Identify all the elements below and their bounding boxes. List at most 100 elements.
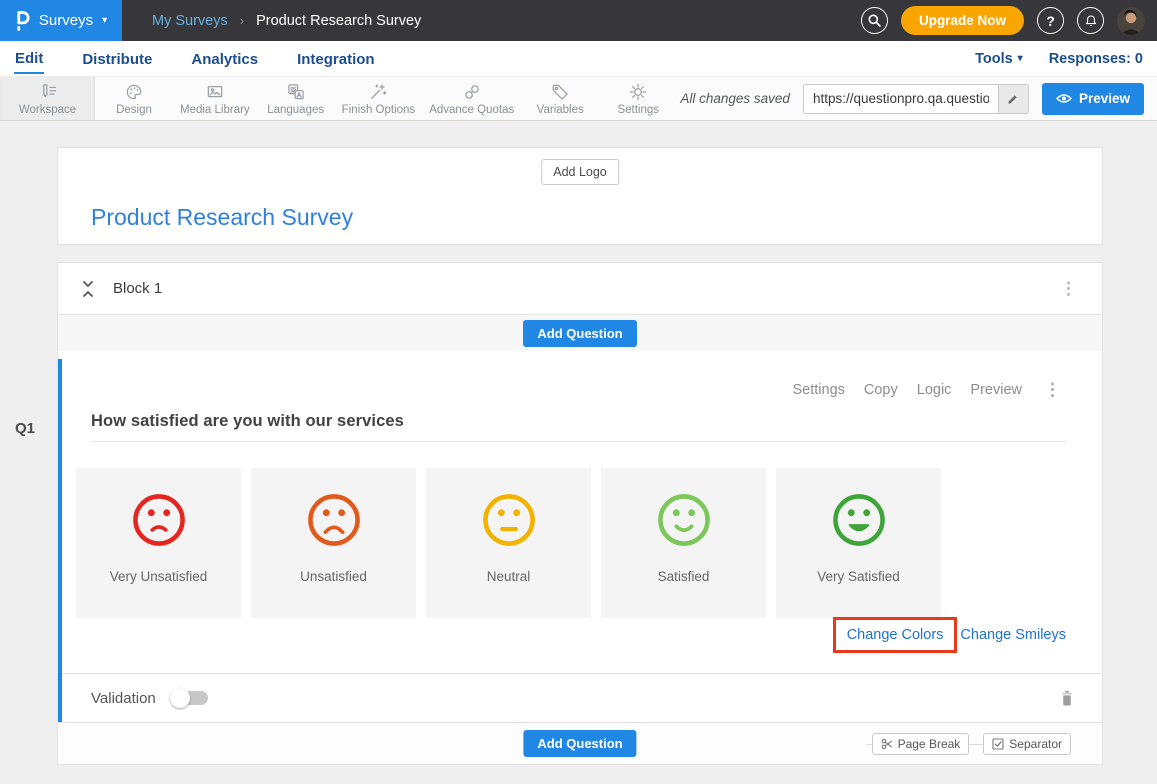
settings-gear-icon <box>628 82 648 102</box>
question-actions: Settings Copy Logic Preview ⋮ <box>792 379 1066 400</box>
toolbar-item-label: Workspace <box>19 104 76 116</box>
separator-button[interactable]: Separator <box>983 733 1071 755</box>
save-status: All changes saved <box>680 91 790 106</box>
brand-label: Surveys <box>39 12 93 29</box>
change-colors-link[interactable]: Change Colors <box>847 627 944 643</box>
toolbar-item-label: Languages <box>267 104 324 116</box>
add-question-button-top[interactable]: Add Question <box>523 320 636 347</box>
toolbar-item-media-library[interactable]: Media Library <box>173 77 257 120</box>
bell-icon <box>1083 13 1099 29</box>
block-title[interactable]: Block 1 <box>113 280 162 297</box>
rating-option[interactable]: Neutral <box>426 468 591 618</box>
question-settings-link[interactable]: Settings <box>792 382 844 398</box>
spacer <box>58 351 1102 359</box>
toolbar-item-label: Variables <box>537 104 584 116</box>
finish-options-wand-icon <box>368 82 388 102</box>
breadcrumb: My Surveys › Product Research Survey <box>152 13 421 29</box>
question-card: Settings Copy Logic Preview ⋮ How satisf… <box>58 359 1102 722</box>
nav-right: Tools ▾ Responses: 0 <box>975 51 1143 67</box>
search-button[interactable] <box>861 7 888 34</box>
rating-option[interactable]: Very Unsatisfied <box>76 468 241 618</box>
toolbar-right: All changes saved Preview <box>680 77 1157 120</box>
validation-toggle[interactable] <box>172 691 208 705</box>
pencil-icon <box>1006 92 1020 106</box>
tab-edit[interactable]: Edit <box>14 44 44 74</box>
topbar-actions: Upgrade Now ? <box>861 6 1157 35</box>
edit-url-button[interactable] <box>998 85 1028 113</box>
tab-distribute[interactable]: Distribute <box>81 45 153 73</box>
page-break-label: Page Break <box>898 737 961 751</box>
question-text[interactable]: How satisfied are you with our services <box>91 412 404 431</box>
rating-option[interactable]: Unsatisfied <box>251 468 416 618</box>
question-text-underline <box>91 441 1066 442</box>
preview-label: Preview <box>1079 91 1130 106</box>
add-logo-button[interactable]: Add Logo <box>541 159 619 185</box>
caret-down-icon: ▾ <box>102 15 107 26</box>
footer-right: Page Break Separator <box>872 733 1071 755</box>
rating-option-label: Satisfied <box>658 569 710 584</box>
survey-title[interactable]: Product Research Survey <box>91 204 353 231</box>
block-kebab-menu-icon[interactable]: ⋮ <box>1055 278 1082 299</box>
survey-header-card: Add Logo Product Research Survey <box>57 147 1103 245</box>
preview-button[interactable]: Preview <box>1042 83 1144 115</box>
tab-integration[interactable]: Integration <box>296 45 376 73</box>
delete-question-button[interactable] <box>1058 688 1076 708</box>
rating-option[interactable]: Very Satisfied <box>776 468 941 618</box>
tab-analytics[interactable]: Analytics <box>190 45 259 73</box>
workspace-icon <box>38 82 58 102</box>
question-number: Q1 <box>15 420 35 437</box>
media-library-icon <box>205 82 225 102</box>
scissors-icon <box>881 738 893 750</box>
avatar-photo <box>1117 7 1145 35</box>
block-footer: Add Question Page Break Separator <box>58 722 1102 764</box>
toolbar-item-settings[interactable]: Settings <box>599 77 677 120</box>
toolbar-item-languages[interactable]: Languages <box>257 77 335 120</box>
tools-menu[interactable]: Tools ▾ <box>975 51 1023 67</box>
help-button[interactable]: ? <box>1037 7 1064 34</box>
rating-option-label: Unsatisfied <box>300 569 367 584</box>
smiley-icon <box>480 491 538 549</box>
survey-url-input[interactable] <box>804 85 998 113</box>
avatar[interactable] <box>1117 7 1145 35</box>
validation-label: Validation <box>91 690 156 707</box>
toolbar-item-label: Settings <box>617 104 659 116</box>
search-icon <box>867 13 882 28</box>
page-break-button[interactable]: Page Break <box>872 733 970 755</box>
caret-down-icon: ▾ <box>1018 53 1023 64</box>
toolbar-item-variables[interactable]: Variables <box>521 77 599 120</box>
toolbar-item-finish-options[interactable]: Finish Options <box>335 77 423 120</box>
advance-quotas-links-icon <box>462 82 482 102</box>
collapse-icon[interactable] <box>80 279 96 299</box>
trash-icon <box>1058 688 1076 708</box>
toolbar-item-workspace[interactable]: Workspace <box>0 77 95 120</box>
question-logic-link[interactable]: Logic <box>917 382 952 398</box>
rating-option-label: Very Satisfied <box>817 569 900 584</box>
add-question-row-top: Add Question <box>58 315 1102 351</box>
block-card: Block 1 ⋮ Add Question Settings Copy Log… <box>57 262 1103 765</box>
question-copy-link[interactable]: Copy <box>864 382 898 398</box>
editor-toolbar: Workspace Design Media Library Languages… <box>0 76 1157 121</box>
toggle-knob <box>170 688 190 708</box>
upgrade-now-button[interactable]: Upgrade Now <box>901 6 1024 35</box>
breadcrumb-parent[interactable]: My Surveys <box>152 13 228 29</box>
rating-option[interactable]: Satisfied <box>601 468 766 618</box>
questionpro-logo-icon <box>15 10 30 32</box>
question-kebab-menu-icon[interactable]: ⋮ <box>1039 379 1066 400</box>
breadcrumb-current: Product Research Survey <box>256 13 421 29</box>
block-header: Block 1 ⋮ <box>58 263 1102 315</box>
smiley-links: Change Colors Change Smileys <box>833 617 1066 653</box>
toolbar-item-advance-quotas[interactable]: Advance Quotas <box>422 77 521 120</box>
responses-count: Responses: 0 <box>1049 51 1143 67</box>
help-icon: ? <box>1046 13 1055 29</box>
question-preview-link[interactable]: Preview <box>970 382 1022 398</box>
notifications-button[interactable] <box>1077 7 1104 34</box>
survey-nav: Edit Distribute Analytics Integration To… <box>0 41 1157 76</box>
add-question-button-bottom[interactable]: Add Question <box>523 730 636 757</box>
toolbar-item-design[interactable]: Design <box>95 77 173 120</box>
separator-label: Separator <box>1009 737 1062 751</box>
languages-icon <box>286 82 306 102</box>
brand-menu[interactable]: Surveys ▾ <box>0 0 122 41</box>
change-smileys-link[interactable]: Change Smileys <box>960 627 1066 643</box>
design-palette-icon <box>124 82 144 102</box>
toolbar-item-label: Advance Quotas <box>429 104 514 116</box>
